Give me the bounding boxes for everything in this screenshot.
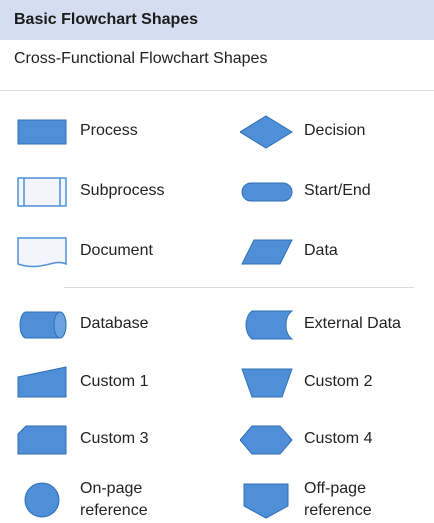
on-page-label-line2: reference (80, 502, 148, 519)
decision-icon (240, 112, 296, 152)
custom-1-icon (16, 363, 72, 403)
shape-on-page-reference[interactable]: On-page reference (16, 480, 216, 520)
process-label: Process (80, 122, 138, 139)
off-page-label-line1: Off-page (304, 480, 366, 497)
custom-2-label: Custom 2 (304, 373, 373, 390)
data-icon (240, 232, 296, 272)
custom-4-label: Custom 4 (304, 430, 373, 447)
subheader-cross-functional[interactable]: Cross-Functional Flowchart Shapes (14, 50, 267, 68)
off-page-label-line2: reference (304, 502, 372, 519)
shape-custom-2[interactable]: Custom 2 (240, 363, 434, 403)
on-page-label-line1: On-page (80, 480, 143, 497)
shape-custom-3[interactable]: Custom 3 (16, 420, 216, 460)
database-icon (16, 305, 72, 345)
shape-start-end[interactable]: Start/End (240, 172, 434, 212)
process-icon (16, 112, 72, 152)
section-divider (64, 287, 414, 288)
subprocess-label: Subprocess (80, 182, 165, 199)
shape-off-page-reference[interactable]: Off-page reference (240, 480, 434, 520)
shape-custom-4[interactable]: Custom 4 (240, 420, 434, 460)
subprocess-icon (16, 172, 72, 212)
shape-decision[interactable]: Decision (240, 112, 434, 152)
shape-data[interactable]: Data (240, 232, 434, 272)
shape-document[interactable]: Document (16, 232, 216, 272)
decision-label: Decision (304, 122, 366, 139)
header-bar[interactable]: Basic Flowchart Shapes (0, 0, 434, 40)
shape-external-data[interactable]: External Data (240, 305, 434, 345)
custom-1-label: Custom 1 (80, 373, 149, 390)
custom-3-icon (16, 420, 72, 460)
off-page-reference-icon (240, 480, 296, 520)
on-page-reference-icon (16, 480, 72, 520)
external-data-label: External Data (304, 315, 401, 332)
top-divider (0, 90, 434, 91)
shape-database[interactable]: Database (16, 305, 216, 345)
data-label: Data (304, 242, 338, 259)
start-end-label: Start/End (304, 182, 371, 199)
custom-3-label: Custom 3 (80, 430, 149, 447)
on-page-reference-label: On-page reference (80, 478, 200, 522)
custom-2-icon (240, 363, 296, 403)
header-title: Basic Flowchart Shapes (14, 11, 199, 28)
shape-process[interactable]: Process (16, 112, 216, 152)
shape-custom-1[interactable]: Custom 1 (16, 363, 216, 403)
start-end-icon (240, 172, 296, 212)
database-label: Database (80, 315, 149, 332)
shape-subprocess[interactable]: Subprocess (16, 172, 216, 212)
document-icon (16, 232, 72, 272)
document-label: Document (80, 242, 153, 259)
external-data-icon (240, 305, 296, 345)
custom-4-icon (240, 420, 296, 460)
off-page-reference-label: Off-page reference (304, 478, 424, 522)
